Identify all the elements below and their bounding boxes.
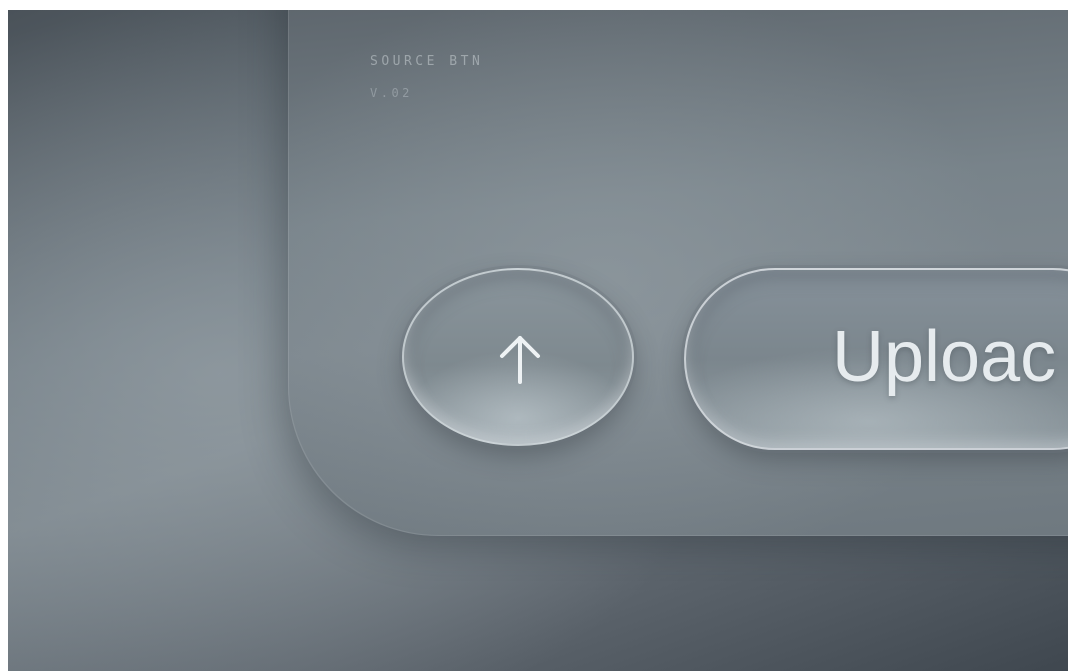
upload-button[interactable]: Uploac xyxy=(684,268,1068,450)
arrow-up-icon xyxy=(500,336,540,384)
panel-label: SOURCE BTN xyxy=(370,54,484,69)
panel-version: V.02 xyxy=(370,86,413,100)
background-canvas: SOURCE BTN V.02 Uploac xyxy=(8,10,1068,671)
arrow-upload-button[interactable] xyxy=(402,268,634,446)
upload-button-label: Uploac xyxy=(832,317,1057,397)
